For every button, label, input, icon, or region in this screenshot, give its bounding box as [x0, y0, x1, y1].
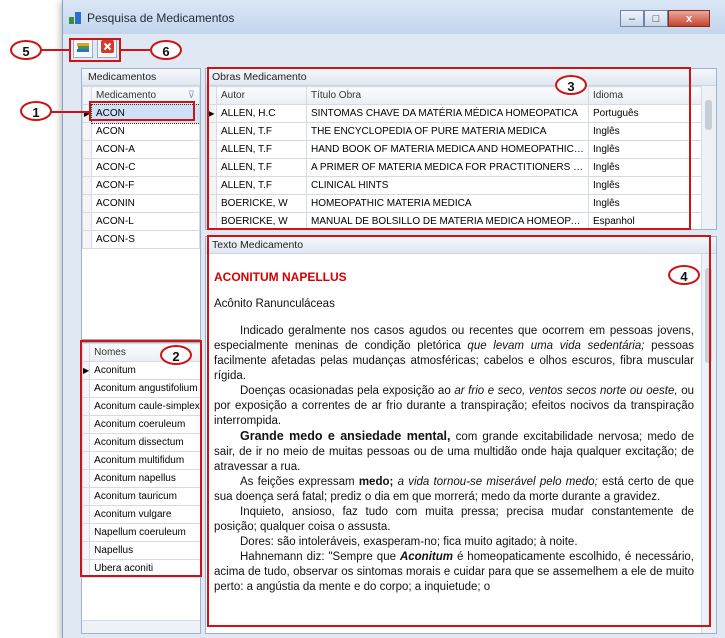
callout-5: 5 [10, 40, 42, 60]
medicamento-text[interactable]: ACONITUM NAPELLUS Acônito Ranunculáceas … [206, 254, 716, 595]
medicamento-cell[interactable]: ACON-F [91, 176, 200, 195]
table-row[interactable]: ACON-C [82, 158, 200, 177]
callout-line-1 [50, 111, 90, 113]
medicamentos-table: Medicamento ⊽ ▶ ACON ACON ACON-A ACON-C AC… [82, 86, 200, 249]
texto-scrollbar[interactable] [701, 254, 716, 633]
nome-cell[interactable]: Aconitum tauricum [89, 487, 200, 506]
table-row[interactable]: ▶ ACON [82, 103, 200, 124]
table-row[interactable]: ACON [82, 122, 200, 141]
maximize-button[interactable]: □ [644, 10, 668, 27]
table-row[interactable]: ALLEN, T.F HAND BOOK OF MATERIA MEDICA AN… [206, 140, 705, 159]
table-row[interactable]: Aconitum vulgare [82, 505, 200, 524]
nome-cell[interactable]: Aconitum angustifolium [89, 379, 200, 398]
table-row[interactable]: BOERICKE, W HOMEOPATHIC MATERIA MEDICA Ing… [206, 194, 705, 213]
callout-3: 3 [555, 75, 587, 95]
table-row[interactable]: Aconitum caule-simplex [82, 397, 200, 416]
nome-cell[interactable]: Aconitum dissectum [89, 433, 200, 452]
minimize-button[interactable]: – [620, 10, 644, 27]
obras-panel: Obras Medicamento Autor Título Obra Idio… [205, 68, 717, 230]
medicamento-cell[interactable]: ACON-L [91, 212, 200, 231]
table-row[interactable]: ACONIN [82, 194, 200, 213]
close-red-icon [100, 40, 114, 56]
nome-cell[interactable]: Aconitum [89, 361, 200, 380]
texto-panel: Texto Medicamento ACONITUM NAPELLUS Acôn… [205, 236, 717, 634]
text-paragraph: Dores: são intoleráveis, exasperam-no; f… [240, 536, 578, 548]
table-row[interactable]: ACON-L [82, 212, 200, 231]
nomes-table: Nomes ▶ Aconitum Aconitum angustifolium A… [82, 343, 200, 578]
window-title: Pesquisa de Medicamentos [87, 11, 235, 25]
row-indicator-icon: ▶ [206, 104, 217, 123]
nome-cell[interactable]: Aconitum multifidum [89, 451, 200, 470]
open-books-button[interactable] [73, 38, 93, 58]
column-autor[interactable]: Autor [216, 86, 307, 105]
obras-scrollbar[interactable] [701, 86, 716, 229]
callout-2: 2 [160, 345, 192, 365]
table-row[interactable]: Napellum coeruleum [82, 523, 200, 542]
table-row[interactable]: ALLEN, T.F A PRIMER OF MATERIA MEDICA FOR… [206, 158, 705, 177]
table-row[interactable]: ALLEN, T.F THE ENCYCLOPEDIA OF PURE MATER… [206, 122, 705, 141]
table-row[interactable]: BOERICKE, W MANUAL DE BOLSILLO DE MATERIA… [206, 212, 705, 229]
obras-panel-title: Obras Medicamento [206, 69, 716, 86]
text-paragraph: Hahnemann diz: "Sempre que Aconitum é ho… [214, 551, 695, 593]
horizontal-scrollbar[interactable] [82, 620, 200, 633]
table-row[interactable]: Aconitum angustifolium [82, 379, 200, 398]
table-row[interactable]: ACON-F [82, 176, 200, 195]
row-indicator-icon: ▶ [82, 361, 91, 380]
nome-cell[interactable]: Aconitum napellus [89, 469, 200, 488]
table-row[interactable]: ACON-S [82, 230, 200, 249]
medicamento-cell[interactable]: ACON [90, 103, 200, 124]
column-idioma[interactable]: Idioma [588, 86, 705, 105]
text-paragraph: Indicado geralmente nos casos agudos ou … [214, 325, 695, 382]
texto-panel-title: Texto Medicamento [206, 237, 716, 254]
callout-line-5 [40, 49, 70, 51]
table-row[interactable]: Aconitum tauricum [82, 487, 200, 506]
table-row[interactable]: Aconitum multifidum [82, 451, 200, 470]
table-row[interactable]: ▶ ALLEN, H.C SINTOMAS CHAVE DA MATÉRIA MÉD… [206, 104, 705, 123]
books-icon [76, 40, 90, 57]
medicamento-cell[interactable]: ACON-S [91, 230, 200, 249]
exit-button[interactable] [97, 38, 117, 58]
app-icon [69, 12, 81, 24]
text-subtitle: Acônito Ranunculáceas [214, 298, 335, 310]
nome-cell[interactable]: Napellum coeruleum [89, 523, 200, 542]
table-row[interactable]: ▶ Aconitum [82, 361, 200, 380]
nome-cell[interactable]: Aconitum caule-simplex [89, 397, 200, 416]
table-row[interactable]: Aconitum coeruleum [82, 415, 200, 434]
medicamento-cell[interactable]: ACON [91, 122, 200, 141]
medicamentos-panel: Medicamentos Medicamento ⊽ ▶ ACON ACON ACO… [81, 68, 201, 340]
text-paragraph: Doenças ocasionadas pela exposição ao ar… [214, 385, 694, 427]
medicamento-cell[interactable]: ACON-A [91, 140, 200, 159]
text-heading: ACONITUM NAPELLUS [214, 270, 347, 284]
nome-cell[interactable]: Aconitum vulgare [89, 505, 200, 524]
filter-icon[interactable]: ⊽ [188, 90, 195, 101]
table-row[interactable]: ALLEN, T.F CLINICAL HINTS Inglês [206, 176, 705, 195]
text-paragraph: Grande medo e ansiedade mental, com gran… [214, 429, 694, 473]
table-row[interactable]: Aconitum dissectum [82, 433, 200, 452]
table-row[interactable]: Napellus [82, 541, 200, 560]
nomes-panel: Nomes ▶ Aconitum Aconitum angustifolium A… [81, 342, 201, 634]
medicamento-cell[interactable]: ACON-C [91, 158, 200, 177]
text-paragraph: As feições expressam medo; a vida tornou… [214, 476, 695, 503]
medicamento-cell[interactable]: ACONIN [91, 194, 200, 213]
column-titulo-obra[interactable]: Título Obra [306, 86, 589, 105]
nome-cell[interactable]: Ubera aconiti [89, 559, 200, 578]
medicamentos-panel-title: Medicamentos [82, 69, 200, 86]
text-paragraph: Inquieto, ansioso, faz tudo com muita pr… [214, 506, 694, 533]
table-row[interactable]: Aconitum napellus [82, 469, 200, 488]
callout-line-6 [120, 49, 150, 51]
title-bar: Pesquisa de Medicamentos – □ x [63, 0, 725, 34]
nome-cell[interactable]: Napellus [89, 541, 200, 560]
callout-4: 4 [668, 265, 700, 285]
toolbar [73, 38, 117, 60]
close-button[interactable]: x [668, 10, 710, 27]
table-row[interactable]: ACON-A [82, 140, 200, 159]
column-medicamento[interactable]: Medicamento ⊽ [91, 86, 200, 105]
nome-cell[interactable]: Aconitum coeruleum [89, 415, 200, 434]
app-window: Pesquisa de Medicamentos – □ x Medicamen… [62, 0, 725, 638]
obras-table: Autor Título Obra Idioma ▶ ALLEN, H.C SINT… [206, 86, 705, 229]
row-indicator-icon: ▶ [82, 104, 92, 123]
callout-6: 6 [150, 40, 182, 60]
table-row[interactable]: Ubera aconiti [82, 559, 200, 578]
callout-1: 1 [20, 101, 52, 121]
